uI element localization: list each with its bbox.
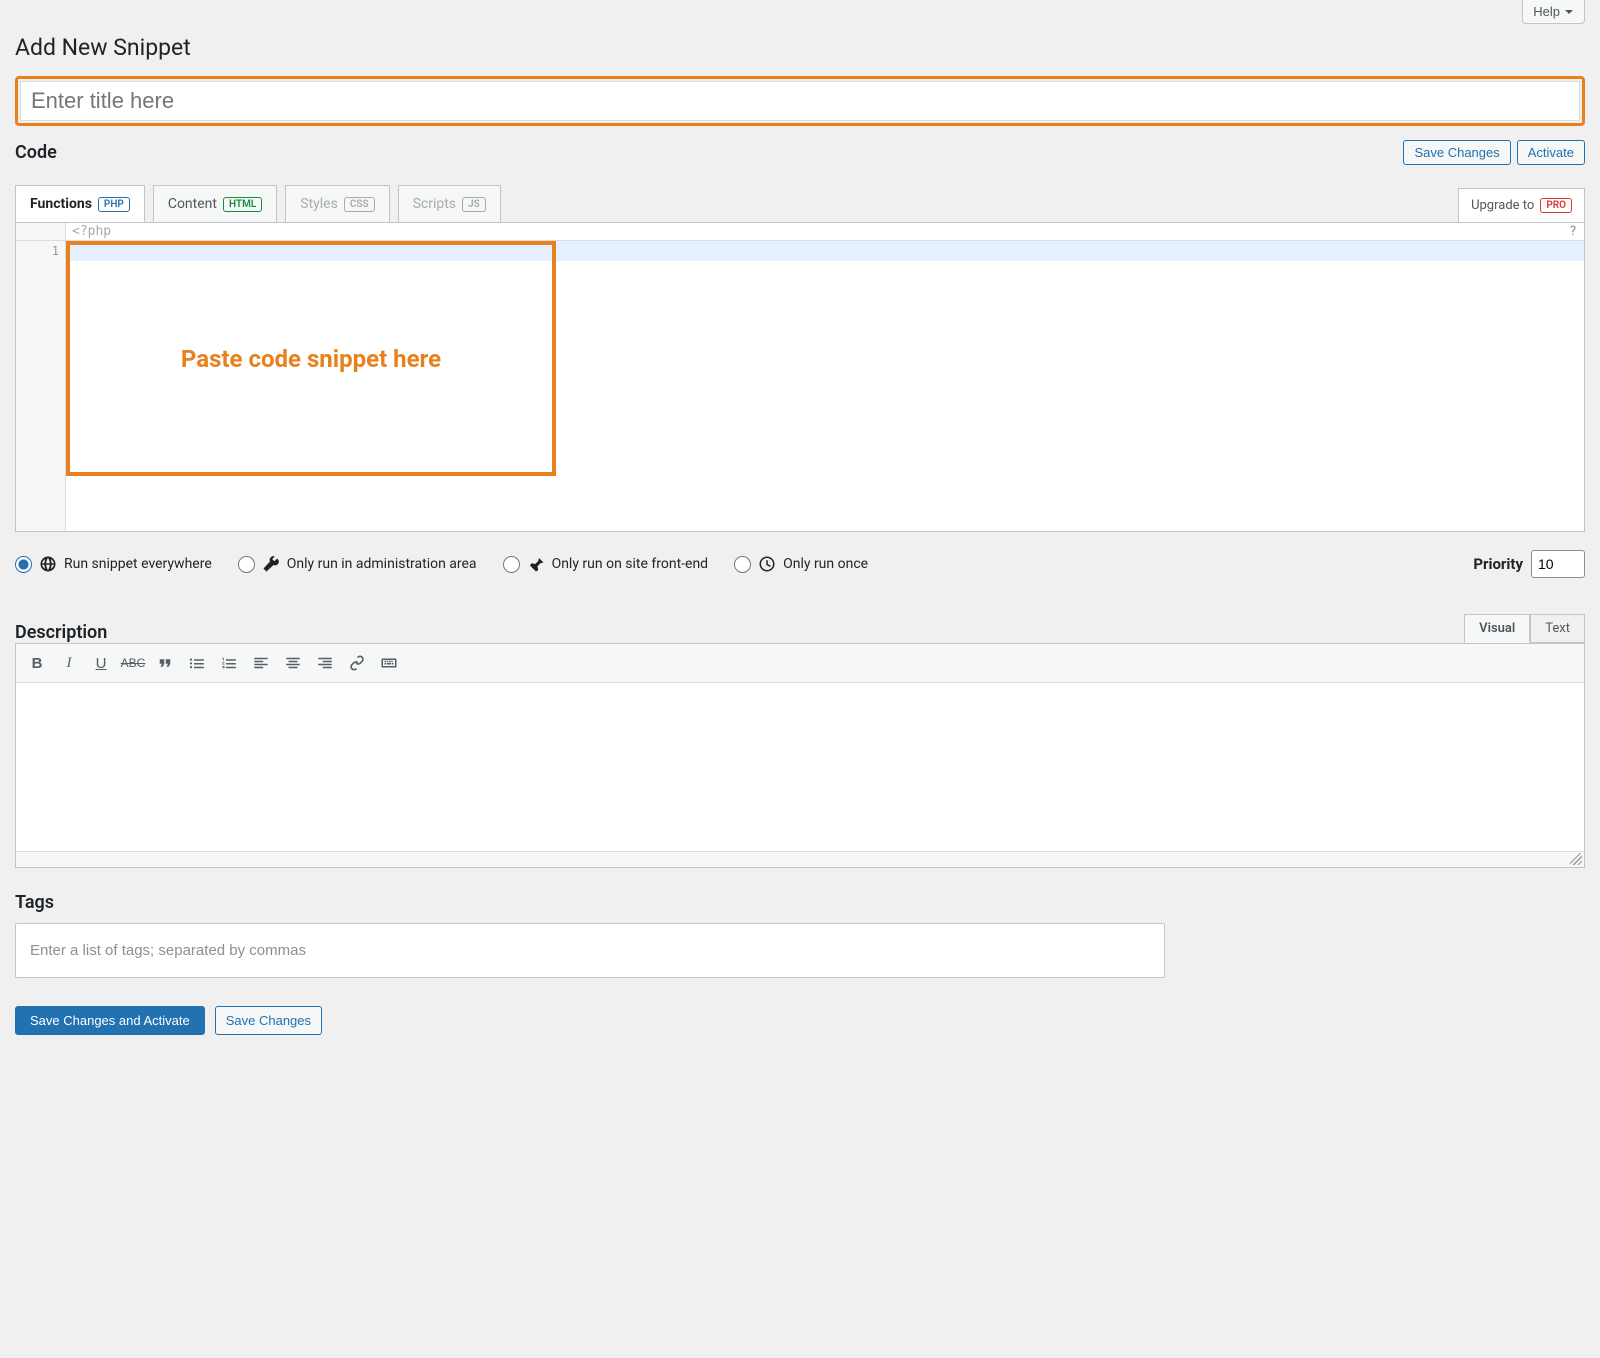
code-content[interactable]: Paste code snippet here (66, 241, 1584, 531)
italic-button[interactable]: I (54, 649, 84, 677)
run-option-frontend[interactable]: Only run on site front-end (503, 555, 709, 573)
tab-scripts: Scripts JS (398, 185, 501, 222)
tab-functions-label: Functions (30, 196, 92, 212)
help-icon[interactable]: ? (1562, 223, 1584, 240)
annotation-text: Paste code snippet here (181, 345, 441, 373)
strikethrough-button[interactable]: ABC (118, 649, 148, 677)
desc-tab-text[interactable]: Text (1530, 614, 1585, 643)
tags-section-title: Tags (15, 892, 1585, 913)
badge-pro: PRO (1540, 198, 1572, 213)
annotation-box: Paste code snippet here (66, 241, 556, 476)
tab-content-label: Content (168, 196, 217, 212)
run-radio-everywhere[interactable] (15, 556, 32, 573)
run-radio-admin[interactable] (238, 556, 255, 573)
help-button[interactable]: Help (1522, 0, 1585, 24)
bullet-list-button[interactable] (182, 649, 212, 677)
align-right-button[interactable] (310, 649, 340, 677)
save-changes-button-top[interactable]: Save Changes (1403, 140, 1510, 165)
run-label-frontend: Only run on site front-end (552, 556, 709, 572)
run-label-once: Only run once (783, 556, 868, 572)
pin-icon (527, 555, 545, 573)
save-and-activate-button[interactable]: Save Changes and Activate (15, 1006, 205, 1035)
resize-handle[interactable] (16, 851, 1584, 867)
code-editor[interactable]: <?php ? 1 Paste code snippet here (15, 222, 1585, 532)
list-ol-icon (220, 654, 238, 672)
upgrade-link[interactable]: Upgrade to PRO (1458, 188, 1585, 222)
underline-button[interactable]: U (86, 649, 116, 677)
run-radio-once[interactable] (734, 556, 751, 573)
clock-icon (758, 555, 776, 573)
tab-content[interactable]: Content HTML (153, 185, 277, 222)
badge-js: JS (462, 197, 486, 212)
tab-functions[interactable]: Functions PHP (15, 185, 145, 222)
badge-php: PHP (98, 197, 130, 212)
line-number: 1 (22, 244, 59, 258)
align-left-icon (252, 654, 270, 672)
run-label-everywhere: Run snippet everywhere (64, 556, 212, 572)
run-radio-frontend[interactable] (503, 556, 520, 573)
save-changes-button-bottom[interactable]: Save Changes (215, 1006, 322, 1035)
keyboard-icon (380, 654, 398, 672)
tab-scripts-label: Scripts (413, 196, 456, 212)
gutter-header (16, 223, 66, 240)
tab-styles: Styles CSS (285, 185, 389, 222)
page-title: Add New Snippet (15, 34, 1585, 61)
line-gutter: 1 (16, 241, 66, 531)
align-center-button[interactable] (278, 649, 308, 677)
title-highlight (15, 76, 1585, 126)
priority-label: Priority (1473, 555, 1523, 573)
link-icon (348, 654, 366, 672)
align-right-icon (316, 654, 334, 672)
description-section-title: Description (15, 622, 107, 643)
globe-icon (39, 555, 57, 573)
keyboard-button[interactable] (374, 649, 404, 677)
snippet-title-input[interactable] (20, 81, 1580, 121)
wrench-icon (262, 555, 280, 573)
badge-css: CSS (344, 197, 375, 212)
blockquote-button[interactable] (150, 649, 180, 677)
tab-styles-label: Styles (300, 196, 338, 212)
code-section-title: Code (15, 142, 57, 163)
quote-icon (156, 654, 174, 672)
link-button[interactable] (342, 649, 372, 677)
priority-input[interactable] (1531, 550, 1585, 578)
php-opening-tag: <?php (66, 223, 1562, 240)
run-option-everywhere[interactable]: Run snippet everywhere (15, 555, 212, 573)
run-option-admin[interactable]: Only run in administration area (238, 555, 477, 573)
align-center-icon (284, 654, 302, 672)
run-option-once[interactable]: Only run once (734, 555, 868, 573)
desc-tab-visual[interactable]: Visual (1464, 614, 1530, 643)
help-label: Help (1533, 4, 1560, 19)
chevron-down-icon (1564, 7, 1574, 17)
list-ul-icon (188, 654, 206, 672)
upgrade-label: Upgrade to (1471, 198, 1534, 213)
align-left-button[interactable] (246, 649, 276, 677)
tags-input[interactable] (15, 923, 1165, 978)
numbered-list-button[interactable] (214, 649, 244, 677)
description-editor[interactable] (16, 683, 1584, 851)
run-label-admin: Only run in administration area (287, 556, 477, 572)
badge-html: HTML (223, 197, 262, 212)
editor-toolbar: B I U ABC (16, 644, 1584, 683)
activate-button[interactable]: Activate (1517, 140, 1585, 165)
bold-button[interactable]: B (22, 649, 52, 677)
